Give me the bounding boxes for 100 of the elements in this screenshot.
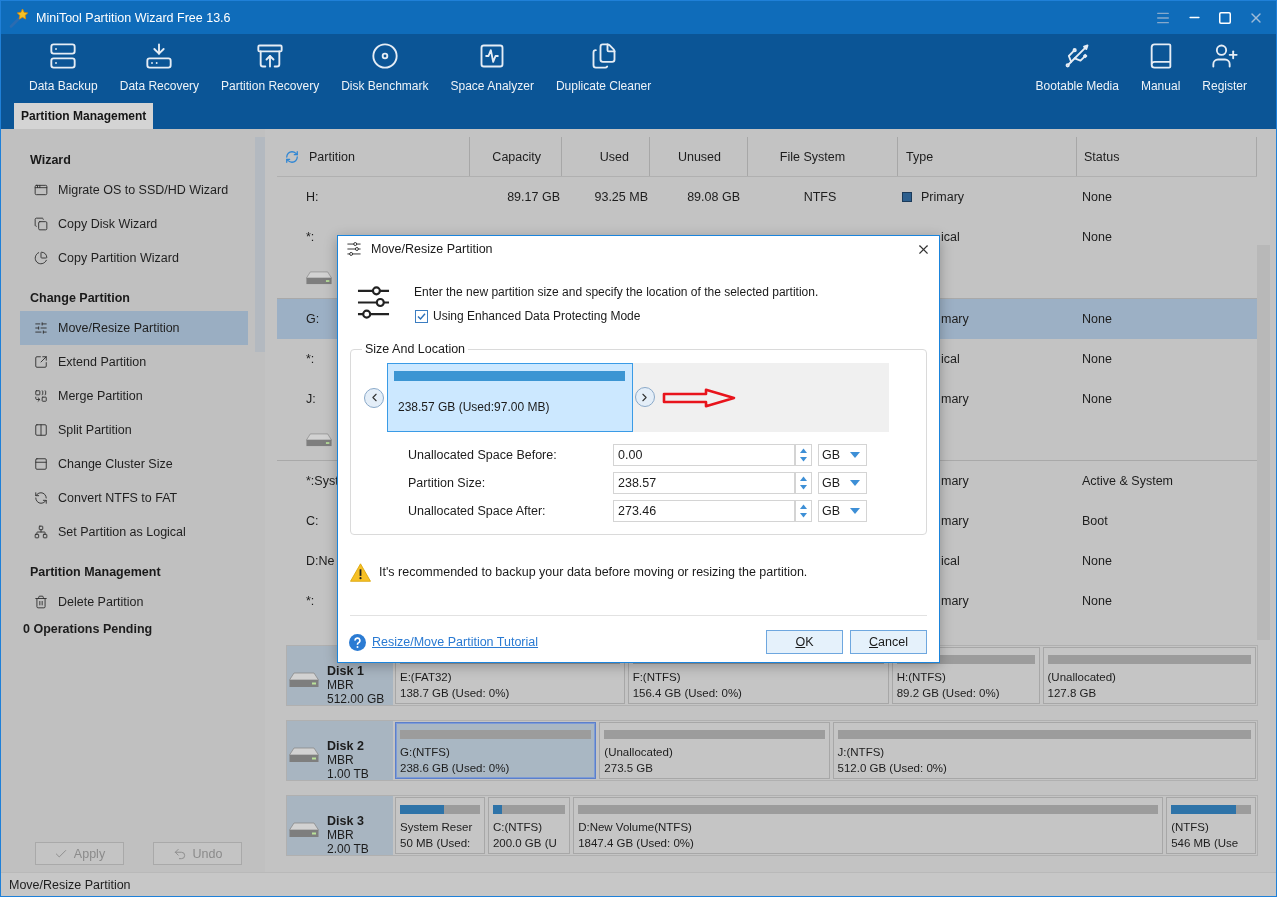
sidebar-item[interactable]: Set Partition as Logical (20, 515, 248, 549)
partition-block[interactable]: (Unallocated) 273.5 GB (599, 722, 830, 779)
partition-handle[interactable]: 238.57 GB (Used:97.00 MB) (387, 363, 633, 432)
table-cell: ical (941, 352, 960, 366)
toolbar-button[interactable]: Space Analyzer (439, 34, 545, 103)
table-cell: ical (941, 230, 960, 244)
toolbar-button[interactable]: Register (1191, 34, 1258, 103)
drive-download-icon (145, 42, 174, 70)
section-title: Change Partition (30, 290, 130, 307)
sidebar-item[interactable]: Delete Partition (20, 585, 248, 619)
logo-icon (9, 7, 29, 28)
sidebar-item[interactable]: Extend Partition (20, 345, 248, 379)
disk-name: Disk 1 (327, 664, 365, 678)
sidebar-item[interactable]: Migrate OS to SSD/HD Wizard (20, 173, 248, 207)
refresh-icon[interactable] (285, 149, 299, 164)
section-title: Partition Management (30, 564, 161, 581)
checkbox[interactable] (415, 309, 428, 323)
number-field[interactable]: 273.46 (613, 500, 795, 522)
section-title: Wizard (30, 152, 71, 169)
number-field[interactable]: 0.00 (613, 444, 795, 466)
table-cell: C: (306, 514, 319, 528)
column-header: Partition (309, 149, 355, 164)
partition-size: 138.7 GB (Used: 0%) (400, 686, 510, 701)
toolbar-button[interactable]: Data Backup (18, 34, 109, 103)
arrows-cycle-icon (34, 491, 48, 505)
sidebar-item[interactable]: Split Partition (20, 413, 248, 447)
window-title: MiniTool Partition Wizard Free 13.6 (36, 10, 231, 25)
number-field[interactable]: 238.57 (613, 472, 795, 494)
combine-icon (34, 389, 48, 403)
table-cell: None (1082, 392, 1112, 406)
partition-block[interactable]: (NTFS) 546 MB (Use (1166, 797, 1256, 854)
field-label: Unallocated Space After: (408, 503, 546, 520)
resize-track[interactable]: 238.57 GB (Used:97.00 MB) (387, 363, 889, 432)
scrollbar-thumb[interactable] (1257, 245, 1270, 640)
unit-dropdown[interactable]: GB (818, 500, 867, 522)
caret-icon (850, 480, 860, 486)
partition-size: 512.0 GB (Used: 0%) (837, 761, 947, 776)
move-right-button[interactable] (634, 387, 655, 407)
maximize-icon[interactable] (1218, 10, 1232, 25)
sliders-icon (34, 321, 48, 335)
toolbar-button[interactable]: Bootable Media (1024, 34, 1130, 103)
sidebar-item[interactable]: Copy Disk Wizard (20, 207, 248, 241)
partition-block[interactable]: C:(NTFS) 200.0 GB (U (487, 797, 571, 854)
pending-operations: 0 Operations Pending (23, 621, 153, 638)
disk-name: Disk 3 (327, 814, 365, 828)
partition-block[interactable]: (Unallocated) 127.8 GB (1042, 647, 1256, 704)
disk-scheme: MBR (327, 678, 355, 692)
table-cell: mary (941, 594, 969, 608)
sidebar-item[interactable]: Convert NTFS to FAT (20, 481, 248, 515)
pie-chart-icon (34, 251, 48, 265)
toolbar-button[interactable]: Partition Recovery (210, 34, 331, 103)
table-cell: D:Ne (306, 554, 335, 568)
sidebar-item[interactable]: Merge Partition (20, 379, 248, 413)
sidebar-item[interactable]: Copy Partition Wizard (20, 241, 248, 275)
partition-name: H:(NTFS) (896, 670, 946, 685)
hard-drive-icon (306, 432, 332, 447)
partition-block[interactable]: J:(NTFS) 512.0 GB (Used: 0%) (832, 722, 1256, 779)
unit-dropdown[interactable]: GB (818, 444, 867, 466)
column-header: Status (1077, 137, 1257, 176)
hard-drive-icon (289, 672, 319, 688)
disk-label-panel[interactable]: Disk 2 MBR 1.00 TB (287, 721, 393, 780)
trash-icon (34, 595, 48, 609)
table-cell: H: (306, 190, 319, 204)
tutorial-link[interactable]: Resize/Move Partition Tutorial (372, 635, 539, 649)
partition-size: 200.0 GB (U (492, 836, 557, 851)
disk-size: 512.00 GB (327, 692, 385, 706)
status-text: Move/Resize Partition (9, 877, 131, 892)
disk-scheme: MBR (327, 753, 355, 767)
partition-block[interactable]: G:(NTFS) 238.6 GB (Used: 0%) (395, 722, 597, 779)
spinner-icon[interactable] (795, 500, 812, 522)
spinner-icon[interactable] (795, 472, 812, 494)
partition-name: E:(FAT32) (400, 670, 452, 685)
partition-size: 127.8 GB (1047, 686, 1097, 701)
checkbox-label: Using Enhanced Data Protecting Mode (433, 308, 641, 325)
toolbar-button[interactable]: Disk Benchmark (330, 34, 440, 103)
dialog-button[interactable]: Cancel (850, 630, 927, 654)
sidebar-item[interactable]: Move/Resize Partition (20, 311, 248, 345)
undo-icon (172, 846, 187, 861)
disk-size: 2.00 TB (327, 842, 369, 856)
group-title: Size And Location (364, 342, 467, 357)
caret-icon (850, 452, 860, 458)
spinner-icon[interactable] (795, 444, 812, 466)
tab[interactable]: Partition Management (14, 103, 154, 129)
partition-size: 89.2 GB (Used: 0%) (896, 686, 1000, 701)
toolbar-button[interactable]: Manual (1129, 34, 1192, 103)
toolbar-button[interactable]: Duplicate Cleaner (544, 34, 663, 103)
partition-size-label: 238.57 GB (Used:97.00 MB) (397, 399, 550, 415)
instruction-text: Enter the new partition size and specify the location of the selected partition. (414, 284, 819, 301)
unit-dropdown[interactable]: GB (818, 472, 867, 494)
dialog-button[interactable]: OK (766, 630, 843, 654)
partition-block[interactable]: H:(NTFS) 89.2 GB (Used: 0%) (891, 647, 1040, 704)
window-icon (34, 183, 48, 197)
disk-label-panel[interactable]: Disk 3 MBR 2.00 TB (287, 796, 393, 855)
move-left-button[interactable] (364, 387, 384, 408)
table-row[interactable]: H: 89.17 GB 93.25 MB 89.08 GB NTFS Primary None (277, 177, 1257, 217)
network-icon (34, 525, 48, 539)
partition-block[interactable]: System Reser 50 MB (Used: (395, 797, 485, 854)
toolbar-button[interactable]: Data Recovery (108, 34, 211, 103)
partition-block[interactable]: D:New Volume(NTFS) 1847.4 GB (Used: 0%) (573, 797, 1164, 854)
sidebar-item[interactable]: Change Cluster Size (20, 447, 248, 481)
